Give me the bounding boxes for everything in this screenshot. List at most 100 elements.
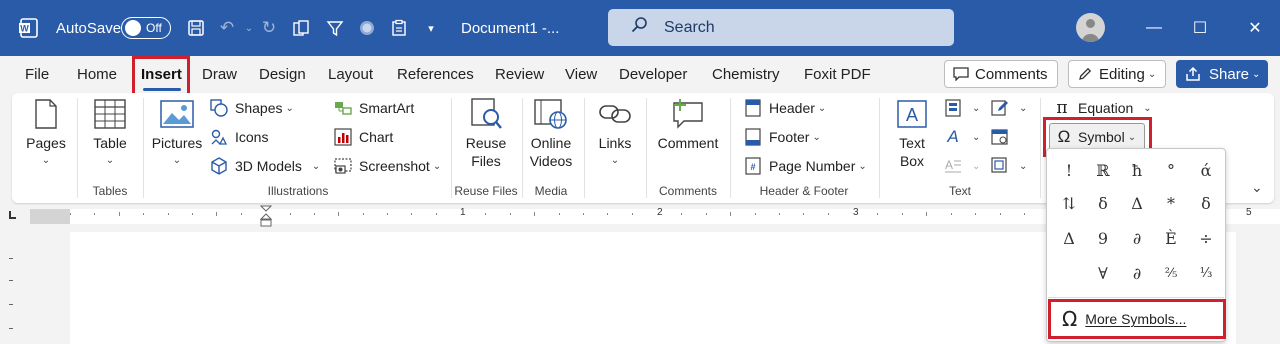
tab-layout[interactable]: Layout	[328, 66, 373, 83]
copy-icon[interactable]	[288, 0, 314, 56]
new-comment-icon	[671, 98, 705, 130]
media-group-label: Media	[534, 184, 568, 198]
footer-button[interactable]: Footer ⌄	[743, 126, 821, 148]
symbol-cell[interactable]: 9	[1087, 224, 1119, 252]
reuse-files-button[interactable]: Reuse Files	[460, 98, 512, 170]
tab-draw[interactable]: Draw	[202, 66, 237, 83]
avatar[interactable]	[1076, 13, 1105, 42]
tab-foxit-pdf[interactable]: Foxit PDF	[804, 66, 871, 83]
table-icon	[93, 98, 127, 130]
illustrations-group-label: Illustrations	[267, 184, 329, 198]
minimize-button[interactable]: —	[1131, 0, 1177, 56]
symbol-cell[interactable]: ⅖	[1155, 259, 1187, 287]
page-number-button[interactable]: # Page Number ⌄	[743, 155, 867, 177]
comment-button[interactable]: Comment	[654, 98, 722, 152]
wordart-button[interactable]: A ⌄	[943, 126, 980, 148]
chevron-down-icon: ⌄	[172, 155, 182, 166]
separator	[451, 98, 452, 198]
smartart-button[interactable]: SmartArt	[333, 97, 414, 119]
symbol-cell[interactable]: Δ	[1121, 189, 1153, 217]
symbol-cell[interactable]: ⇅	[1053, 189, 1085, 217]
tab-review[interactable]: Review	[495, 66, 544, 83]
save-icon[interactable]	[183, 0, 209, 56]
search-input[interactable]	[664, 18, 904, 37]
signature-line-button[interactable]: ⌄	[990, 97, 1027, 119]
symbol-cell[interactable]: È	[1155, 224, 1187, 252]
share-button[interactable]: Share ⌄	[1176, 60, 1268, 88]
svg-text:A: A	[945, 158, 953, 172]
chevron-down-icon: ⌄	[972, 102, 981, 114]
tab-home[interactable]: Home	[77, 66, 117, 83]
quick-parts-button[interactable]: ⌄	[943, 97, 980, 119]
word-app-icon: W	[16, 0, 42, 56]
symbol-cell[interactable]: ά	[1190, 156, 1222, 184]
symbol-cell[interactable]: ÷	[1190, 224, 1222, 252]
search-box[interactable]	[608, 9, 954, 46]
symbol-cell[interactable]: *	[1155, 189, 1187, 217]
tab-design[interactable]: Design	[259, 66, 306, 83]
smartart-label: SmartArt	[359, 100, 415, 116]
tab-developer[interactable]: Developer	[619, 66, 687, 83]
symbol-cell[interactable]: δ	[1087, 189, 1119, 217]
links-button[interactable]: Links ⌄	[594, 98, 636, 170]
filter-icon[interactable]	[322, 0, 348, 56]
comment-icon	[953, 67, 969, 81]
tab-chemistry[interactable]: Chemistry	[712, 66, 780, 83]
drop-cap-button[interactable]: A ⌄	[943, 155, 980, 177]
vertical-ruler[interactable]	[0, 228, 30, 344]
shapes-icon	[209, 98, 229, 118]
symbol-cell[interactable]: ∂	[1121, 259, 1153, 287]
symbol-cell[interactable]: ħ	[1121, 156, 1153, 184]
symbol-cell[interactable]: °	[1155, 156, 1187, 184]
shapes-button[interactable]: Shapes ⌄	[209, 97, 294, 119]
text-box-button[interactable]: A Text Box	[891, 98, 933, 170]
header-button[interactable]: Header ⌄	[743, 97, 826, 119]
symbol-cell[interactable]: ∀	[1087, 259, 1119, 287]
pages-button[interactable]: Pages ⌄	[25, 98, 67, 170]
symbol-cell[interactable]: δ	[1190, 189, 1222, 217]
table-button[interactable]: Table ⌄	[88, 98, 132, 170]
pictures-button[interactable]: Pictures ⌄	[152, 98, 202, 170]
svg-text:A: A	[906, 105, 918, 125]
symbol-cell[interactable]: ℝ	[1087, 156, 1119, 184]
customize-qat-icon[interactable]: ▾	[418, 0, 444, 56]
ribbon-expand-button[interactable]: ⌄	[1248, 176, 1263, 198]
online-videos-label-2: Videos	[529, 153, 573, 169]
restore-button[interactable]: ☐	[1177, 0, 1223, 56]
redo-icon[interactable]: ↻	[256, 0, 282, 56]
chevron-down-icon: ⌄	[1019, 102, 1028, 114]
tab-references[interactable]: References	[397, 66, 474, 83]
symbol-cell[interactable]: Δ	[1053, 224, 1085, 252]
chart-button[interactable]: Chart	[333, 126, 393, 148]
symbol-cell[interactable]: !	[1053, 156, 1085, 184]
equation-button[interactable]: π Equation ⌄	[1052, 97, 1151, 119]
chevron-down-icon: ⌄	[972, 160, 981, 172]
autosave-toggle[interactable]: Off	[121, 17, 171, 39]
symbol-cell[interactable]	[1053, 259, 1085, 287]
reuse-files-icon	[469, 98, 503, 130]
3d-models-button[interactable]: 3D Models ⌄	[209, 155, 320, 177]
icons-button[interactable]: Icons	[209, 126, 268, 148]
record-icon[interactable]	[354, 0, 380, 56]
screenshot-button[interactable]: Screenshot ⌄	[333, 155, 441, 177]
signature-icon	[990, 98, 1010, 118]
tab-file[interactable]: File	[25, 66, 49, 83]
shapes-label: Shapes	[235, 100, 283, 116]
tab-selector[interactable]	[9, 211, 16, 219]
symbol-cell[interactable]: ∂	[1121, 224, 1153, 252]
editing-button[interactable]: Editing ⌄	[1068, 60, 1166, 88]
document-title[interactable]: Document1 -...	[461, 0, 559, 56]
chart-label: Chart	[359, 129, 394, 145]
close-button[interactable]: ✕	[1232, 0, 1278, 56]
symbol-cell[interactable]: ⅓	[1190, 259, 1222, 287]
smartart-icon	[333, 98, 353, 118]
comments-label: Comments	[975, 65, 1048, 83]
reuse-files-label-2: Files	[471, 153, 501, 169]
clipboard-icon[interactable]	[386, 0, 412, 56]
comments-button[interactable]: Comments	[944, 60, 1058, 88]
tab-view[interactable]: View	[565, 66, 597, 83]
date-time-button[interactable]	[990, 126, 1016, 148]
online-videos-button[interactable]: Online Videos	[527, 98, 575, 170]
object-button[interactable]: ⌄	[990, 155, 1027, 177]
pi-icon: π	[1056, 98, 1068, 118]
